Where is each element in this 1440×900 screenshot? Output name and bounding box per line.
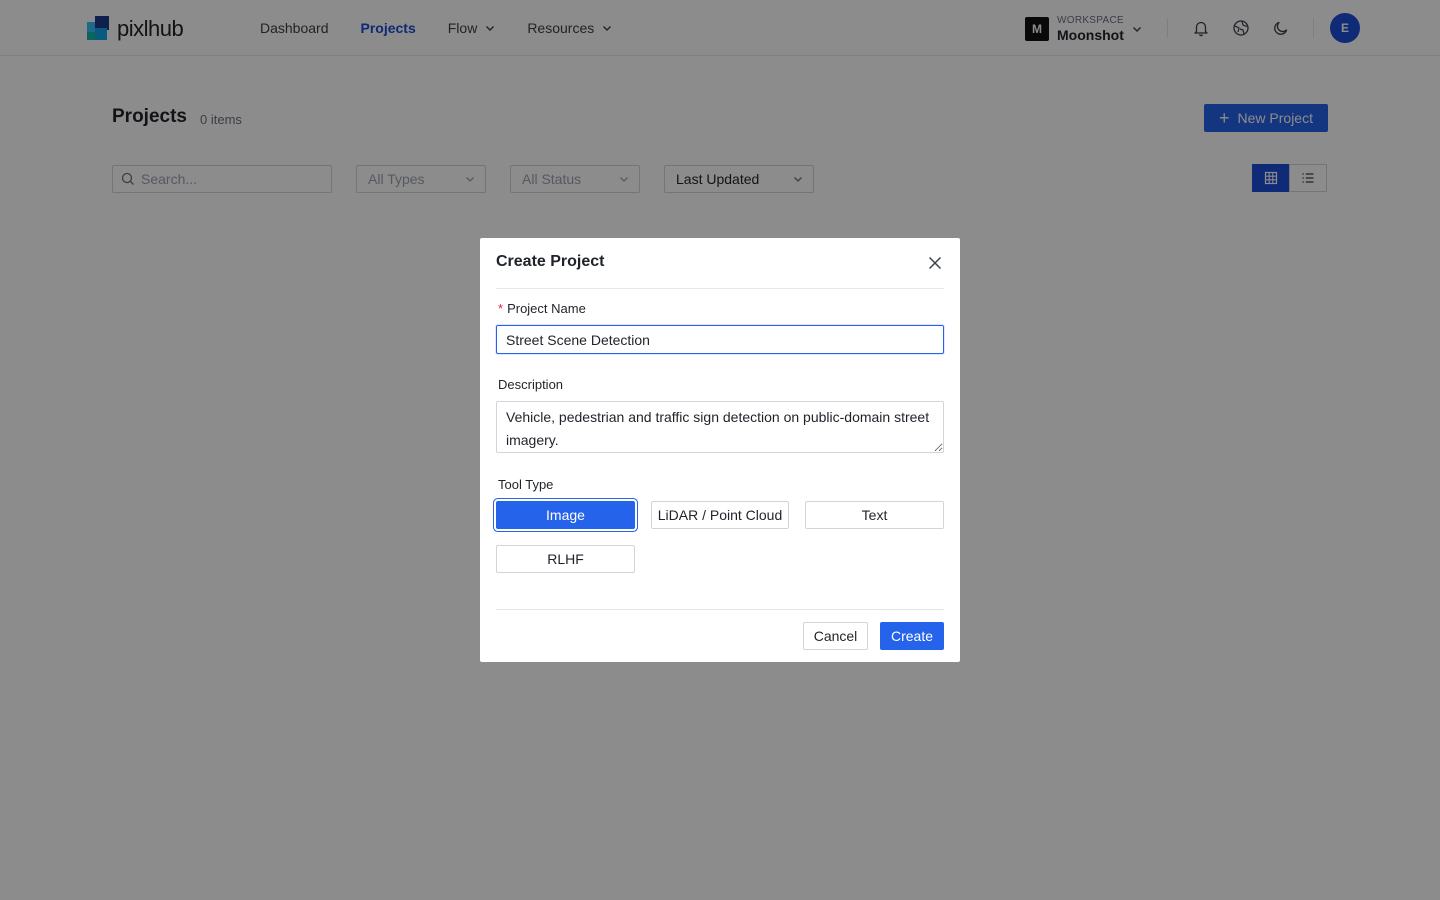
project-name-label: * Project Name	[498, 301, 586, 316]
required-marker: *	[498, 301, 504, 316]
description-label: Description	[498, 377, 564, 392]
dialog-header-divider	[496, 288, 944, 289]
description-textarea[interactable]: Vehicle, pedestrian and traffic sign det…	[496, 401, 944, 453]
close-icon[interactable]	[926, 254, 944, 272]
project-name-input[interactable]	[496, 325, 944, 354]
create-project-dialog: Create Project *Project Name Description…	[480, 238, 960, 662]
tool-type-rlhf[interactable]: RLHF	[496, 545, 635, 573]
project-name-label-text: Project Name	[507, 301, 586, 316]
tool-type-text[interactable]: Text	[805, 501, 944, 529]
dialog-title: Create Project	[496, 253, 605, 270]
create-button[interactable]: Create	[880, 622, 944, 650]
tool-type-image[interactable]: Image	[496, 501, 635, 529]
cancel-button[interactable]: Cancel	[803, 622, 868, 650]
dialog-footer-divider	[496, 609, 944, 610]
tool-type-label: Tool Type	[498, 477, 554, 492]
tool-type-lidar[interactable]: LiDAR / Point Cloud	[651, 501, 789, 529]
